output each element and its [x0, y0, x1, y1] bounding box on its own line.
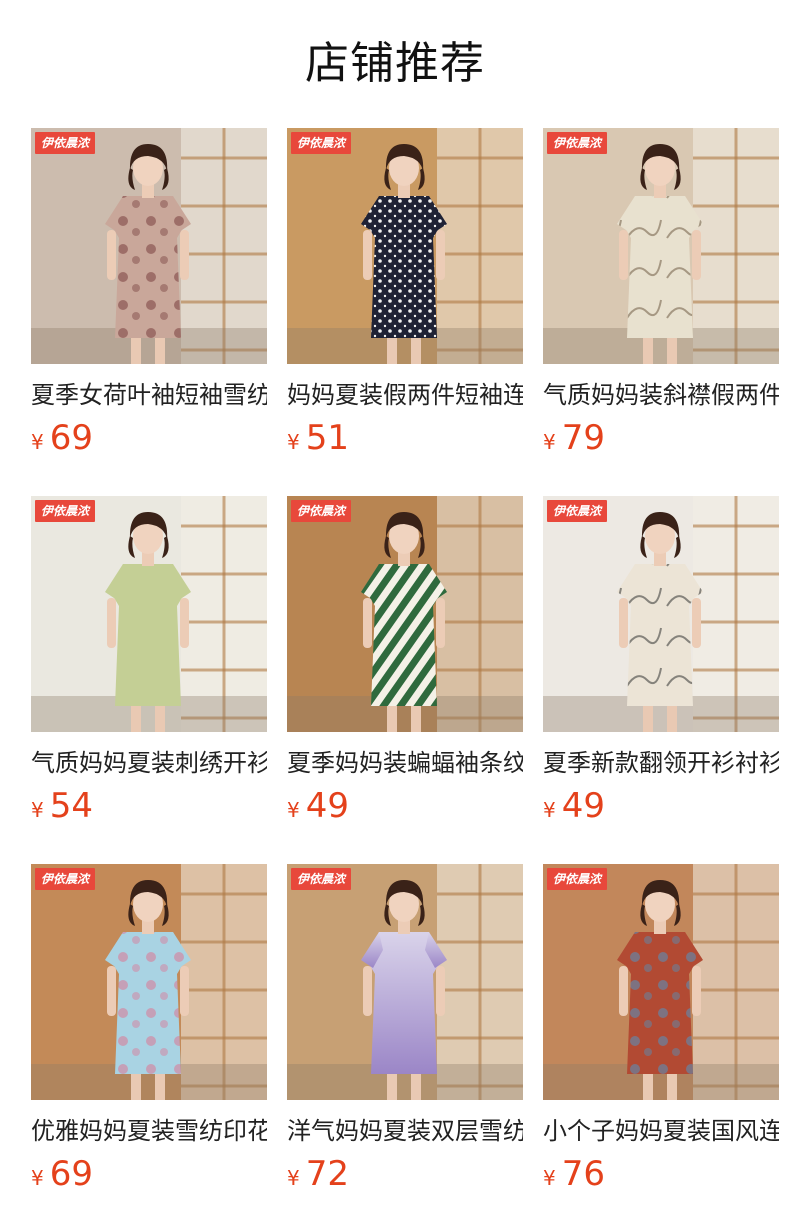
product-photo — [287, 496, 523, 732]
product-photo — [543, 128, 779, 364]
brand-logo-badge: 伊依晨浓 — [547, 868, 608, 890]
price-amount: 76 — [561, 1154, 605, 1194]
currency-symbol: ¥ — [543, 1166, 556, 1190]
product-image[interactable]: 伊依晨浓 — [287, 496, 523, 732]
page-title: 店铺推荐 — [305, 38, 485, 89]
product-price: ¥79 — [543, 418, 779, 458]
product-card[interactable]: 伊依晨浓 夏季妈妈装蝙蝠袖条纹 ¥49 — [287, 496, 523, 826]
product-price: ¥49 — [543, 786, 779, 826]
product-photo — [31, 864, 267, 1100]
product-price: ¥51 — [287, 418, 523, 458]
product-card[interactable]: 伊依晨浓 洋气妈妈夏装双层雪纺 ¥72 — [287, 864, 523, 1194]
product-card[interactable]: 伊依晨浓 气质妈妈夏装刺绣开衫 ¥54 — [31, 496, 267, 826]
brand-logo-badge: 伊依晨浓 — [35, 500, 96, 522]
product-title[interactable]: 妈妈夏装假两件短袖连 — [287, 380, 523, 410]
product-title[interactable]: 洋气妈妈夏装双层雪纺 — [287, 1116, 523, 1146]
brand-logo-badge: 伊依晨浓 — [35, 868, 96, 890]
brand-logo-badge: 伊依晨浓 — [35, 132, 96, 154]
price-amount: 54 — [49, 786, 93, 826]
product-card[interactable]: 伊依晨浓 妈妈夏装假两件短袖连 ¥51 — [287, 128, 523, 458]
product-price: ¥76 — [543, 1154, 779, 1194]
product-image[interactable]: 伊依晨浓 — [543, 496, 779, 732]
currency-symbol: ¥ — [31, 430, 44, 454]
product-price: ¥54 — [31, 786, 267, 826]
price-amount: 51 — [305, 418, 349, 458]
currency-symbol: ¥ — [287, 798, 300, 822]
product-price: ¥69 — [31, 1154, 267, 1194]
product-price: ¥49 — [287, 786, 523, 826]
product-image[interactable]: 伊依晨浓 — [287, 128, 523, 364]
product-photo — [31, 496, 267, 732]
price-amount: 49 — [561, 786, 605, 826]
product-title[interactable]: 气质妈妈夏装刺绣开衫 — [31, 748, 267, 778]
product-card[interactable]: 伊依晨浓 夏季女荷叶袖短袖雪纺 ¥69 — [31, 128, 267, 458]
product-card[interactable]: 伊依晨浓 优雅妈妈夏装雪纺印花 ¥69 — [31, 864, 267, 1194]
product-image[interactable]: 伊依晨浓 — [31, 864, 267, 1100]
product-image[interactable]: 伊依晨浓 — [31, 128, 267, 364]
product-price: ¥69 — [31, 418, 267, 458]
product-photo — [287, 864, 523, 1100]
currency-symbol: ¥ — [31, 798, 44, 822]
currency-symbol: ¥ — [287, 1166, 300, 1190]
brand-logo-badge: 伊依晨浓 — [547, 132, 608, 154]
product-title[interactable]: 优雅妈妈夏装雪纺印花 — [31, 1116, 267, 1146]
product-title[interactable]: 小个子妈妈夏装国风连 — [543, 1116, 779, 1146]
currency-symbol: ¥ — [287, 430, 300, 454]
brand-logo-badge: 伊依晨浓 — [291, 132, 352, 154]
product-image[interactable]: 伊依晨浓 — [543, 864, 779, 1100]
brand-logo-badge: 伊依晨浓 — [291, 500, 352, 522]
currency-symbol: ¥ — [543, 430, 556, 454]
brand-logo-badge: 伊依晨浓 — [547, 500, 608, 522]
product-card[interactable]: 伊依晨浓 气质妈妈装斜襟假两件 ¥79 — [543, 128, 779, 458]
product-title[interactable]: 夏季女荷叶袖短袖雪纺 — [31, 380, 267, 410]
product-image[interactable]: 伊依晨浓 — [31, 496, 267, 732]
price-amount: 72 — [305, 1154, 349, 1194]
price-amount: 49 — [305, 786, 349, 826]
product-photo — [543, 496, 779, 732]
product-card[interactable]: 伊依晨浓 夏季新款翻领开衫衬衫 ¥49 — [543, 496, 779, 826]
price-amount: 69 — [49, 418, 93, 458]
product-photo — [287, 128, 523, 364]
product-title[interactable]: 气质妈妈装斜襟假两件 — [543, 380, 779, 410]
product-price: ¥72 — [287, 1154, 523, 1194]
product-title[interactable]: 夏季妈妈装蝙蝠袖条纹 — [287, 748, 523, 778]
product-photo — [31, 128, 267, 364]
price-amount: 69 — [49, 1154, 93, 1194]
product-image[interactable]: 伊依晨浓 — [543, 128, 779, 364]
currency-symbol: ¥ — [31, 1166, 44, 1190]
product-image[interactable]: 伊依晨浓 — [287, 864, 523, 1100]
product-card[interactable]: 伊依晨浓 小个子妈妈夏装国风连 ¥76 — [543, 864, 779, 1194]
product-photo — [543, 864, 779, 1100]
product-title[interactable]: 夏季新款翻领开衫衬衫 — [543, 748, 779, 778]
price-amount: 79 — [561, 418, 605, 458]
brand-logo-badge: 伊依晨浓 — [291, 868, 352, 890]
currency-symbol: ¥ — [543, 798, 556, 822]
